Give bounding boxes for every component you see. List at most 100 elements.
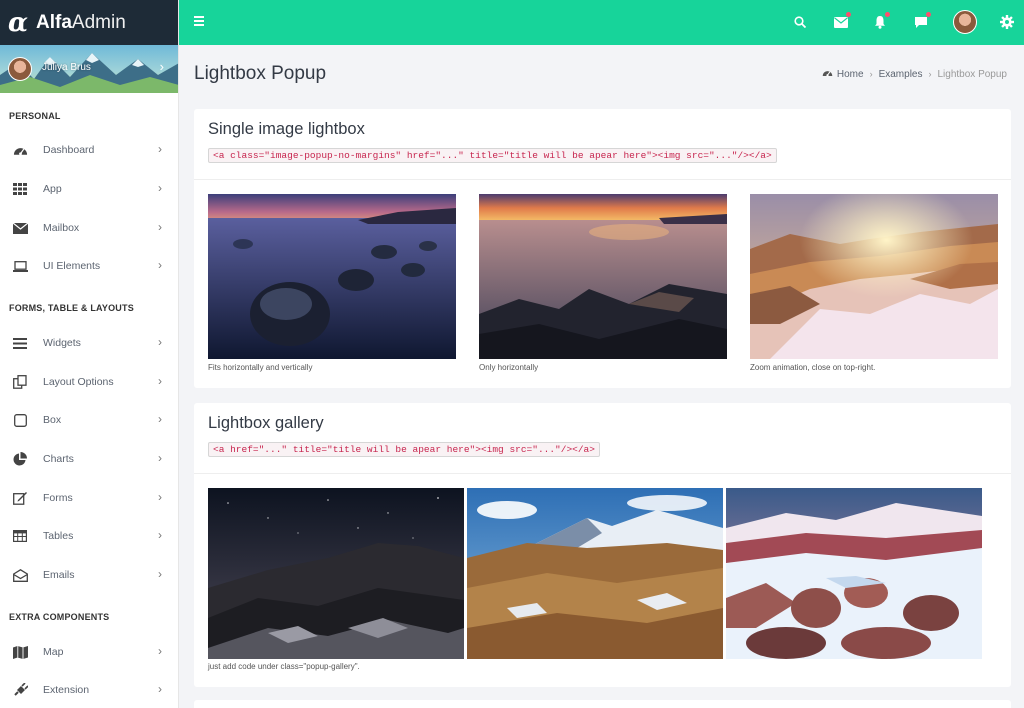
breadcrumb-home[interactable]: Home bbox=[837, 69, 864, 80]
sidebar-item-label: Dashboard bbox=[43, 144, 95, 156]
code-snippet: <a class="image-popup-no-margins" href="… bbox=[208, 148, 777, 163]
notification-dot bbox=[885, 12, 890, 17]
alpha-logo-icon: α bbox=[8, 7, 29, 38]
sidebar-item-tables[interactable]: Tables › bbox=[0, 524, 178, 548]
box-divider bbox=[194, 179, 1011, 180]
breadcrumb-examples[interactable]: Examples bbox=[879, 69, 923, 80]
brand-light: Admin bbox=[71, 11, 126, 33]
chevron-right-icon: › bbox=[869, 69, 873, 79]
sidebar-item-label: Forms bbox=[43, 492, 73, 504]
chevron-right-icon: › bbox=[158, 258, 162, 272]
box-title: Lightbox gallery bbox=[208, 414, 324, 432]
sidebar-item-widgets[interactable]: Widgets › bbox=[0, 331, 178, 355]
code-snippet: <a href="..." title="title will be apear… bbox=[208, 442, 600, 457]
chevron-right-icon: › bbox=[158, 142, 162, 156]
user-avatar[interactable] bbox=[8, 57, 32, 81]
bell-icon[interactable] bbox=[870, 12, 890, 32]
menu-header-forms: FORMS, TABLE & LAYOUTS bbox=[9, 303, 134, 313]
gallery-image-2[interactable] bbox=[467, 488, 723, 659]
envelope-icon[interactable] bbox=[831, 12, 851, 32]
chevron-right-icon: › bbox=[158, 567, 162, 581]
notification-dot bbox=[846, 12, 851, 17]
laptop-icon bbox=[12, 259, 28, 273]
sidebar-item-label: Mailbox bbox=[43, 222, 80, 234]
next-box bbox=[194, 700, 1011, 708]
table-icon bbox=[12, 529, 28, 543]
image-caption: Zoom animation, close on top-right. bbox=[750, 363, 876, 372]
sidebar-item-mailbox[interactable]: Mailbox › bbox=[0, 216, 178, 240]
bars-icon bbox=[12, 336, 28, 350]
menu-icon[interactable] bbox=[194, 16, 204, 28]
sidebar-item-label: Layout Options bbox=[43, 376, 114, 388]
dashboard-icon bbox=[12, 143, 28, 157]
box-title: Single image lightbox bbox=[208, 120, 365, 138]
box-divider bbox=[194, 473, 1011, 474]
dashboard-icon bbox=[822, 68, 833, 80]
chevron-right-icon[interactable]: › bbox=[160, 59, 164, 74]
notification-dot bbox=[926, 12, 931, 17]
sidebar-item-label: App bbox=[43, 183, 62, 195]
sidebar-item-layout-options[interactable]: Layout Options › bbox=[0, 370, 178, 394]
sidebar-item-charts[interactable]: Charts › bbox=[0, 447, 178, 471]
chevron-right-icon: › bbox=[158, 451, 162, 465]
pie-chart-icon bbox=[12, 452, 28, 466]
sidebar-item-map[interactable]: Map › bbox=[0, 640, 178, 664]
copy-icon bbox=[12, 375, 28, 389]
sidebar-item-ui-elements[interactable]: UI Elements › bbox=[0, 254, 178, 278]
user-panel[interactable]: Juliya Brus › bbox=[0, 45, 178, 93]
lightbox-gallery-box: Lightbox gallery <a href="..." title="ti… bbox=[194, 403, 1011, 687]
image-caption: Only horizontally bbox=[479, 363, 539, 372]
square-icon bbox=[12, 413, 28, 427]
user-name[interactable]: Juliya Brus bbox=[42, 62, 91, 73]
edit-icon bbox=[12, 491, 28, 505]
avatar[interactable] bbox=[953, 10, 977, 34]
gallery-image-3[interactable] bbox=[726, 488, 982, 659]
gear-icon[interactable] bbox=[997, 12, 1017, 32]
lightbox-image-1[interactable] bbox=[208, 194, 456, 359]
map-icon bbox=[12, 645, 28, 659]
sidebar-item-label: Emails bbox=[43, 569, 75, 581]
sidebar-item-extension[interactable]: Extension › bbox=[0, 678, 178, 702]
gallery-caption: just add code under class="popup-gallery… bbox=[208, 662, 360, 671]
top-navbar bbox=[179, 0, 1024, 45]
chevron-right-icon: › bbox=[158, 644, 162, 658]
plug-icon bbox=[12, 683, 28, 697]
sidebar-item-label: Extension bbox=[43, 684, 90, 696]
breadcrumb: Home › Examples › Lightbox Popup bbox=[822, 68, 1007, 80]
sidebar-item-label: UI Elements bbox=[43, 260, 101, 272]
sidebar-item-app[interactable]: App › bbox=[0, 177, 178, 201]
envelope-icon bbox=[12, 221, 28, 235]
chevron-right-icon: › bbox=[158, 528, 162, 542]
sidebar-item-dashboard[interactable]: Dashboard › bbox=[0, 138, 178, 162]
menu-header-extra: EXTRA COMPONENTS bbox=[9, 612, 110, 622]
brand-bold: Alfa bbox=[36, 11, 72, 33]
chevron-right-icon: › bbox=[158, 490, 162, 504]
chevron-right-icon: › bbox=[158, 682, 162, 696]
search-icon[interactable] bbox=[790, 12, 810, 32]
image-caption: Fits horizontally and vertically bbox=[208, 363, 313, 372]
sidebar-item-emails[interactable]: Emails › bbox=[0, 563, 178, 587]
sidebar-item-label: Widgets bbox=[43, 337, 81, 349]
sidebar-item-label: Charts bbox=[43, 453, 74, 465]
chevron-right-icon: › bbox=[928, 69, 932, 79]
grid-icon bbox=[12, 182, 28, 196]
chevron-right-icon: › bbox=[158, 335, 162, 349]
lightbox-image-2[interactable] bbox=[479, 194, 727, 359]
sidebar-item-label: Tables bbox=[43, 530, 74, 542]
lightbox-image-3[interactable] bbox=[750, 194, 998, 359]
sidebar-item-label: Box bbox=[43, 414, 62, 426]
single-lightbox-box: Single image lightbox <a class="image-po… bbox=[194, 109, 1011, 388]
chat-icon[interactable] bbox=[911, 12, 931, 32]
chevron-right-icon: › bbox=[158, 181, 162, 195]
sidebar-item-box[interactable]: Box › bbox=[0, 408, 178, 432]
chevron-right-icon: › bbox=[158, 374, 162, 388]
page-title: Lightbox Popup bbox=[194, 63, 327, 84]
sidebar: α Alfa Admin Juliya Brus › PERSONAL FORM… bbox=[0, 0, 179, 708]
gallery-image-1[interactable] bbox=[208, 488, 464, 659]
chevron-right-icon: › bbox=[158, 220, 162, 234]
sidebar-item-label: Map bbox=[43, 646, 64, 658]
chevron-right-icon: › bbox=[158, 412, 162, 426]
envelope-open-icon bbox=[12, 568, 28, 582]
sidebar-item-forms[interactable]: Forms › bbox=[0, 486, 178, 510]
logo[interactable]: α Alfa Admin bbox=[0, 0, 178, 45]
